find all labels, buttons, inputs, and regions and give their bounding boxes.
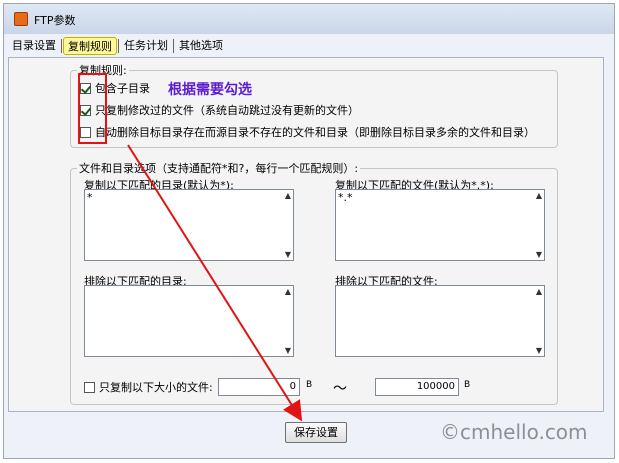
scroll-up-icon[interactable]: ▲ [285,287,291,296]
annotation-highlight-box [78,73,107,144]
tab-task-schedule[interactable]: 任务计划 [120,37,172,55]
tab-other-options[interactable]: 其他选项 [175,37,227,55]
size-min-unit: B [306,380,313,390]
size-filter-label: 只复制以下大小的文件: [99,381,213,394]
copy-dirs-textarea[interactable]: * ▲ ▼ [84,189,294,261]
size-filter-checkbox[interactable] [84,381,95,393]
tab-separator [61,39,62,53]
exclude-dirs-textarea[interactable]: ▲ ▼ [84,285,294,357]
scroll-up-icon[interactable]: ▲ [536,287,542,296]
size-filter-option[interactable]: 只复制以下大小的文件: [84,379,213,395]
copy-files-textarea[interactable]: *.* ▲ ▼ [335,189,545,261]
tab-copy-rules[interactable]: 复制规则 [63,37,117,55]
tab-directory-settings[interactable]: 目录设置 [8,37,60,55]
file-options-legend: 文件和目录选项（支持通配符*和?，每行一个匹配规则）: [79,162,359,175]
scroll-up-icon[interactable]: ▲ [285,191,291,200]
scroll-up-icon[interactable]: ▲ [536,191,542,200]
size-max-input[interactable]: 100000 [375,378,459,396]
title-bar: FTP参数 [4,4,614,34]
save-settings-button[interactable]: 保存设置 [285,422,347,443]
size-min-input[interactable]: 0 [218,378,300,396]
window-title: FTP参数 [34,14,76,27]
scroll-down-icon[interactable]: ▼ [285,346,291,355]
scroll-down-icon[interactable]: ▼ [285,250,291,259]
only-modified-option[interactable]: 只复制修改过的文件（系统自动跳过没有更新的文件） [80,102,359,118]
annotation-hint: 根据需要勾选 [168,82,252,98]
copy-files-value: *.* [338,191,353,204]
auto-delete-option[interactable]: 自动删除目标目录存在而源目录不存在的文件和目录（即删除目标目录多余的文件和目录） [80,124,535,140]
copy-dirs-value: * [87,191,93,204]
auto-delete-label: 自动删除目标目录存在而源目录不存在的文件和目录（即删除目标目录多余的文件和目录） [95,126,535,139]
app-icon [14,12,28,26]
exclude-files-textarea[interactable]: ▲ ▼ [335,285,545,357]
tab-separator [173,39,174,53]
scroll-down-icon[interactable]: ▼ [536,250,542,259]
only-modified-label: 只复制修改过的文件（系统自动跳过没有更新的文件） [95,104,359,117]
tab-bar: 目录设置 复制规则 任务计划 其他选项 [8,36,227,56]
tab-separator [118,39,119,53]
range-separator: ～ [333,381,347,397]
size-max-unit: B [464,380,471,390]
scroll-down-icon[interactable]: ▼ [536,346,542,355]
watermark: ©cmhello.com [440,420,588,444]
